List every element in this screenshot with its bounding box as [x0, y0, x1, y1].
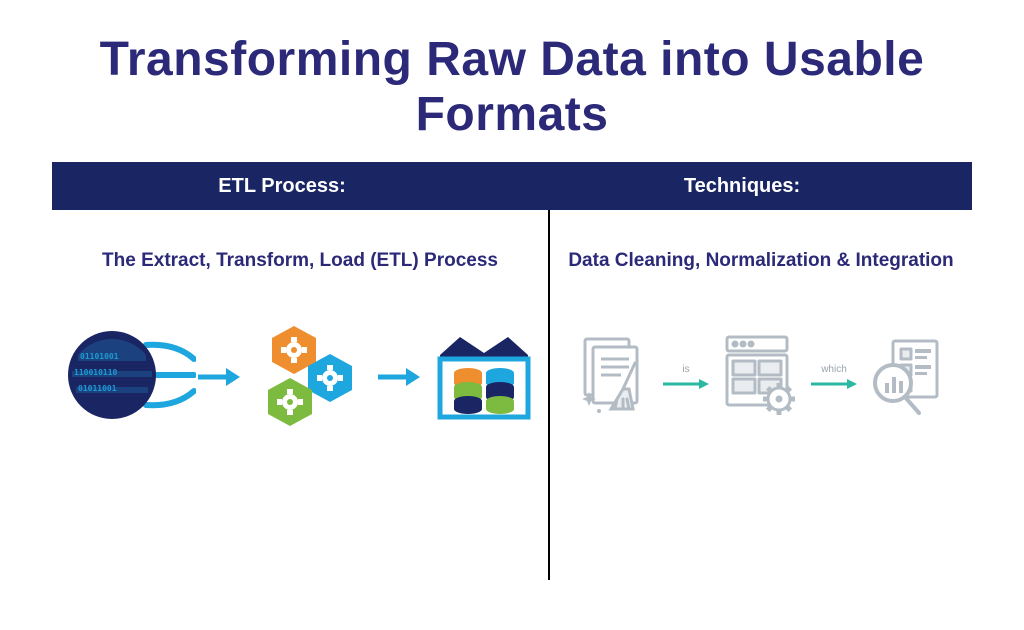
- svg-text:01011001: 01011001: [78, 384, 117, 393]
- svg-text:110010110: 110010110: [74, 368, 118, 377]
- right-subhead: Data Cleaning, Normalization & Integrati…: [564, 250, 958, 272]
- left-subhead: The Extract, Transform, Load (ETL) Proce…: [66, 250, 534, 272]
- etl-imagery: 01101001 110010110 01011001: [66, 302, 534, 452]
- body-row: The Extract, Transform, Load (ETL) Proce…: [52, 210, 972, 580]
- svg-text:01101001: 01101001: [80, 352, 119, 361]
- structured-form-gear-icon: [719, 331, 801, 424]
- magnifier-chart-icon: [867, 333, 945, 422]
- page-title: Transforming Raw Data into Usable Format…: [0, 0, 1024, 162]
- header-right: Techniques:: [512, 175, 972, 198]
- content-container: ETL Process: Techniques: The Extract, Tr…: [52, 162, 972, 580]
- techniques-imagery: is: [564, 302, 958, 452]
- arrow-label: which: [821, 364, 847, 375]
- gears-hexagon-icon: [254, 320, 364, 435]
- labeled-arrow-which: which: [811, 364, 857, 391]
- header-left: ETL Process:: [52, 175, 512, 198]
- arrow-label: is: [682, 364, 689, 375]
- left-column: The Extract, Transform, Load (ETL) Proce…: [52, 210, 548, 580]
- arrow-icon: [378, 365, 420, 389]
- labeled-arrow-is: is: [663, 364, 709, 391]
- section-header-bar: ETL Process: Techniques:: [52, 162, 972, 210]
- arrow-icon: [198, 365, 240, 389]
- binary-data-globe-icon: 01101001 110010110 01011001: [66, 315, 196, 440]
- data-warehouse-icon: [434, 325, 534, 430]
- broom-document-icon: [577, 333, 653, 422]
- right-column: Data Cleaning, Normalization & Integrati…: [550, 210, 972, 580]
